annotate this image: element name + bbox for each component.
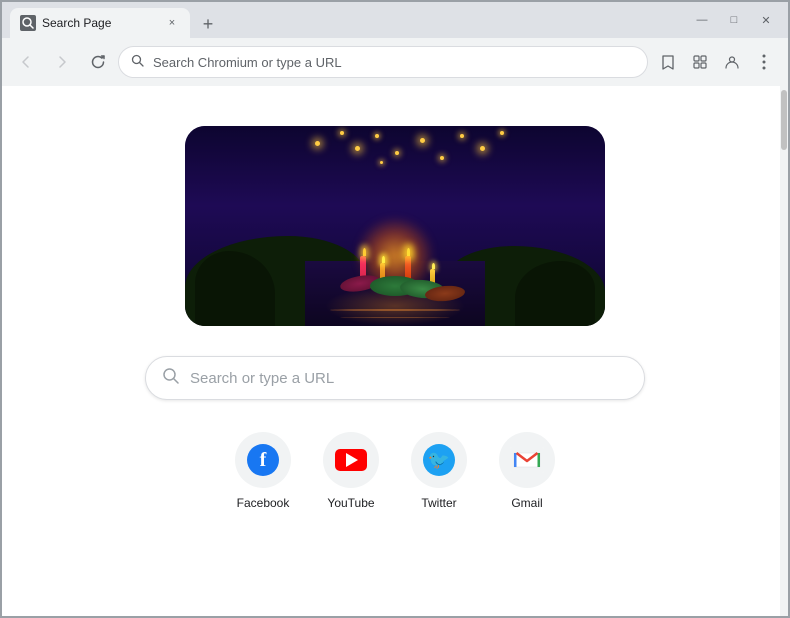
search-icon [162,367,180,390]
facebook-label: Facebook [237,496,290,510]
search-container: Search or type a URL [145,356,645,400]
twitter-bird-icon: 🐦 [428,450,450,471]
active-tab[interactable]: Search Page × [10,8,190,38]
gmail-icon-wrapper [499,432,555,488]
tab-close-button[interactable]: × [164,15,180,31]
page-content: Search or type a URL f Facebook YouTube [2,86,788,616]
shortcut-facebook[interactable]: f Facebook [235,432,291,510]
scrollbar-thumb[interactable] [781,90,787,150]
close-button[interactable]: ✕ [752,6,780,34]
twitter-icon: 🐦 [423,444,455,476]
youtube-play-triangle [346,453,358,467]
minimize-button[interactable]: — [688,6,716,34]
shortcuts-row: f Facebook YouTube 🐦 [235,432,555,510]
bookmark-button[interactable] [652,46,684,78]
twitter-icon-wrapper: 🐦 [411,432,467,488]
gmail-label: Gmail [511,496,542,510]
window-controls: — □ ✕ [688,6,780,34]
back-button[interactable] [10,46,42,78]
new-tab-button[interactable]: + [194,10,222,38]
browser-window: Search Page × + — □ ✕ [0,0,790,618]
tab-favicon [20,15,36,31]
tab-title: Search Page [42,16,158,30]
address-bar[interactable]: Search Chromium or type a URL [118,46,648,78]
youtube-icon [335,449,367,471]
refresh-button[interactable] [82,46,114,78]
doodle-image[interactable] [185,126,605,326]
shortcut-twitter[interactable]: 🐦 Twitter [411,432,467,510]
address-text: Search Chromium or type a URL [153,55,635,70]
forward-button[interactable] [46,46,78,78]
search-bar[interactable]: Search or type a URL [145,356,645,400]
nav-bar: Search Chromium or type a URL [2,38,788,86]
tab-bar: Search Page × + [10,2,680,38]
twitter-label: Twitter [421,496,456,510]
youtube-icon-wrapper [323,432,379,488]
maximize-button[interactable]: □ [720,6,748,34]
extensions-button[interactable] [684,46,716,78]
facebook-icon-wrapper: f [235,432,291,488]
profile-button[interactable] [716,46,748,78]
search-input-placeholder: Search or type a URL [190,370,334,387]
address-search-icon [131,54,145,71]
shortcut-gmail[interactable]: Gmail [499,432,555,510]
nav-actions [652,46,780,78]
title-bar: Search Page × + — □ ✕ [2,2,788,38]
scrollbar[interactable] [780,86,788,616]
facebook-icon: f [247,444,279,476]
gmail-icon [510,447,544,473]
menu-button[interactable] [748,46,780,78]
shortcut-youtube[interactable]: YouTube [323,432,379,510]
youtube-label: YouTube [327,496,374,510]
